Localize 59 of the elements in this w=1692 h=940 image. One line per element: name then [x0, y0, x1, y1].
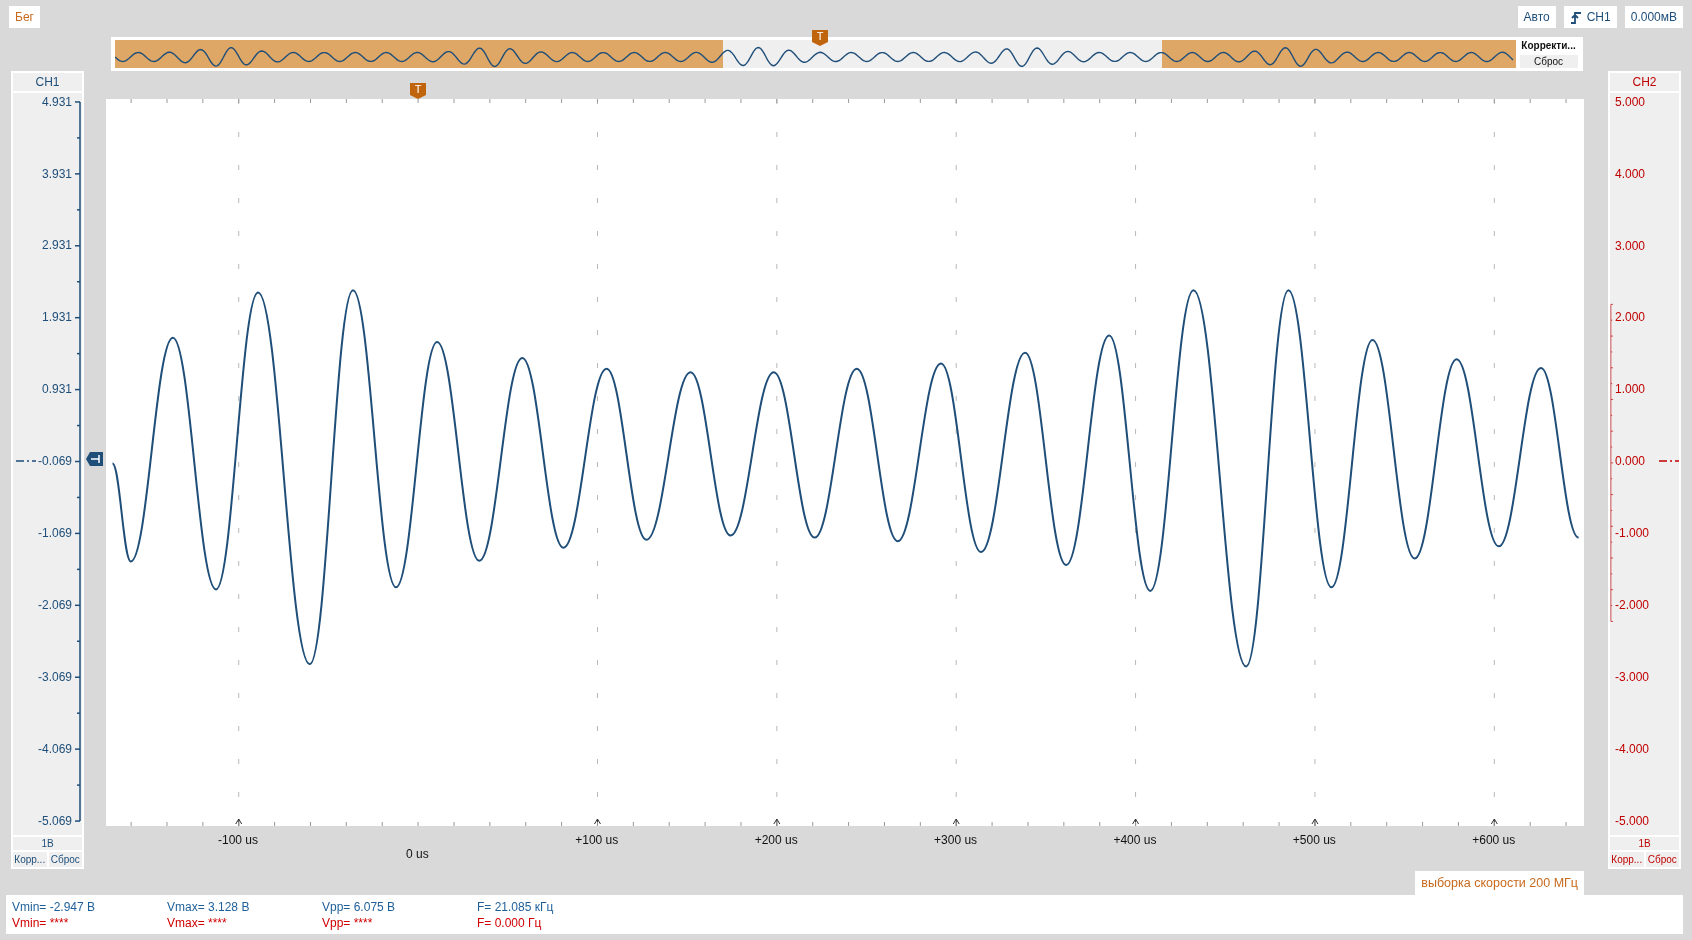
time-label: +600 us — [1472, 833, 1516, 847]
time-label: +400 us — [1113, 833, 1157, 847]
scale-label: -4.069 — [37, 741, 72, 756]
measurement-value: Vpp= **** — [322, 914, 374, 931]
level-marker-icon — [15, 459, 36, 464]
adjust-label: Корректи... — [1521, 40, 1576, 51]
scale-label: -3.069 — [37, 669, 72, 684]
scale-label: 3.931 — [41, 166, 72, 181]
rising-edge-icon — [1569, 10, 1583, 24]
measurement-value: F= 21.085 кГц — [477, 898, 555, 915]
scale-label: 0.000 — [1614, 454, 1645, 469]
reset-button[interactable]: Сброс — [48, 852, 82, 867]
trigger-source-button[interactable]: CH1 — [1563, 6, 1617, 28]
ground-marker-icon[interactable] — [86, 452, 103, 466]
time-label: +300 us — [934, 833, 978, 847]
scale-label: -5.069 — [37, 813, 72, 828]
time-label: +200 us — [754, 833, 798, 847]
scale-label: 5.000 — [1614, 94, 1645, 109]
reset-button[interactable]: Сброс — [1519, 55, 1578, 68]
trigger-marker[interactable]: T — [410, 83, 426, 99]
scale-label: 4.000 — [1614, 166, 1645, 181]
scale-label: 3.000 — [1614, 238, 1645, 253]
time-label: 0 us — [406, 847, 429, 863]
channel-label: CH2 — [1610, 73, 1679, 91]
volts-per-div: 1В — [1610, 836, 1679, 850]
adjust-button[interactable]: Корр... — [1610, 852, 1644, 867]
reset-button[interactable]: Сброс — [1645, 852, 1679, 867]
scale-label: 2.931 — [41, 238, 72, 253]
scale-label: 4.931 — [41, 94, 72, 109]
scale-label: -1.069 — [37, 526, 72, 541]
trigger-level-button[interactable]: 0.000мВ — [1624, 6, 1683, 28]
measurement-value: Vpp= 6.075 В — [322, 898, 397, 915]
measurement-value: Vmax= **** — [167, 914, 228, 931]
level-marker-icon — [1659, 459, 1679, 464]
scale-label: 2.000 — [1614, 310, 1645, 325]
time-label: +100 us — [575, 833, 619, 847]
scale-label: -2.069 — [37, 598, 72, 612]
run-button[interactable]: Бег — [9, 6, 40, 28]
scale-label: -3.000 — [1614, 669, 1649, 684]
scale-label: 0.931 — [41, 382, 72, 397]
time-label: +500 us — [1292, 833, 1336, 847]
scale-label: -5.000 — [1614, 813, 1649, 828]
volts-per-div: 1В — [13, 836, 82, 850]
scale-label: 1.931 — [41, 310, 72, 325]
measurement-value: Vmax= 3.128 В — [167, 898, 251, 915]
scale-label: -0.069 — [37, 454, 72, 469]
scale-label: -1.000 — [1614, 526, 1649, 541]
time-label: -100 us — [217, 833, 258, 847]
scale-label: 1.000 — [1614, 382, 1645, 397]
sample-rate-label: выборка скорости 200 МГц — [1415, 871, 1584, 895]
measurement-value: Vmin= **** — [12, 914, 70, 931]
measurement-value: F= 0.000 Гц — [477, 914, 543, 931]
adjust-button[interactable]: Корр... — [13, 852, 47, 867]
scale-label: -4.000 — [1614, 741, 1649, 756]
measurement-value: Vmin= -2.947 В — [12, 898, 97, 915]
mode-button[interactable]: Авто — [1517, 6, 1556, 28]
channel-label: CH1 — [13, 73, 82, 91]
trigger-marker[interactable]: T — [812, 30, 828, 46]
scale-label: -2.000 — [1614, 597, 1649, 612]
